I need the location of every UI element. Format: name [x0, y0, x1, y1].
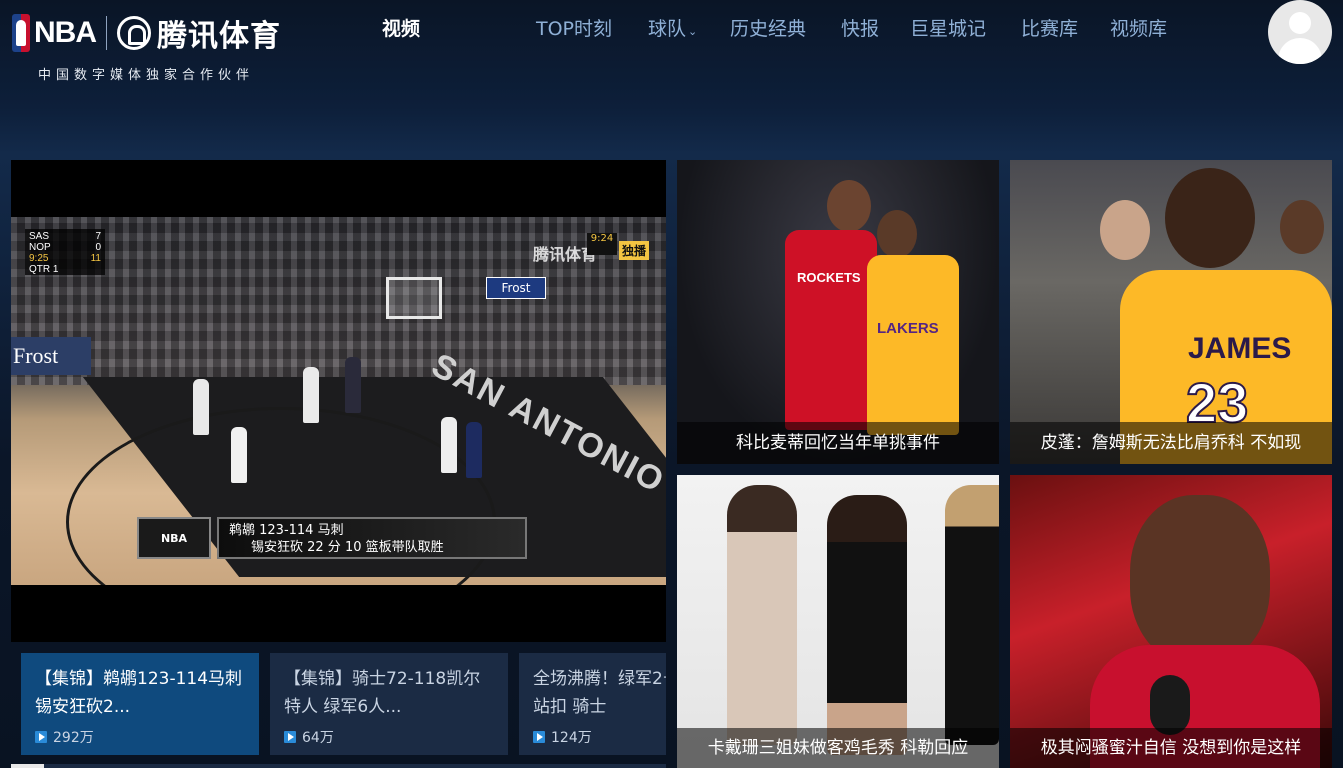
video-card-views: 64万: [284, 727, 334, 747]
tencent-sports-logo: 腾讯体育: [117, 11, 281, 55]
player-figure: [231, 427, 247, 483]
thumbnail-figure-head: [1130, 495, 1270, 665]
avatar-head-icon: [1289, 12, 1311, 34]
lower-third-logo: NBA: [137, 517, 211, 559]
thumbnail-figure: [827, 495, 907, 755]
thumbnail-figure-head: [827, 180, 871, 232]
thumbnail-figure-head: [1100, 200, 1150, 260]
play-count-icon: [533, 731, 545, 743]
nba-logo-icon: [12, 14, 30, 52]
video-tile-caption: 卡戴珊三姐妹做客鸡毛秀 科勒回应: [677, 728, 999, 768]
video-card-title: 全场沸腾！绿军2号锋上演站扣 骑士: [533, 669, 666, 717]
carousel-progress-track[interactable]: [11, 764, 666, 768]
lower-third-text: 鹈鹕 123-114 马刺 锡安狂砍 22 分 10 篮板带队取胜: [217, 517, 527, 559]
thumbnail-figure: [727, 485, 797, 745]
nav-item-game-library[interactable]: 比赛库: [1021, 14, 1078, 41]
nba-logo-text: NBA: [34, 16, 97, 49]
video-frame[interactable]: SAN ANTONIO SPURS Frost Frost SAS7 NOP0 …: [11, 217, 666, 585]
nav-item-star-city-notes[interactable]: 巨星城记: [910, 14, 986, 41]
nav-item-teams[interactable]: 球队 ⌄: [648, 14, 697, 41]
scorebug-score1: 7: [95, 231, 101, 242]
thumbnail-jersey-text: ROCKETS: [797, 270, 861, 285]
tencent-logo-text: 腾讯体育: [157, 19, 281, 54]
scorebug-team2: NOP: [29, 242, 51, 253]
video-card-view-count: 124万: [551, 730, 592, 746]
thumbnail-figure-head: [1280, 200, 1324, 254]
nba-logo: NBA: [12, 14, 97, 52]
play-count-icon: [35, 731, 47, 743]
thumbnail-jersey-red: [785, 230, 877, 430]
nav-item-teams-label: 球队: [648, 18, 687, 40]
scorebug-shot-clock: 11: [90, 253, 101, 264]
video-card-title: 【集锦】鹈鹕123-114马刺 锡安狂砍2...: [35, 669, 243, 717]
tencent-logo-icon: [117, 16, 151, 50]
basket-backboard: [386, 277, 442, 319]
thumbnail-jersey-gold: [867, 255, 959, 435]
brand-logo[interactable]: NBA 腾讯体育 中国数字媒体独家合作伙伴: [12, 12, 302, 86]
sponsor-sign: Frost: [486, 277, 546, 299]
play-count-icon: [284, 731, 296, 743]
exclusive-badge: 独播: [619, 241, 650, 260]
lower-third-line2: 锡安狂砍 22 分 10 篮板带队取胜: [251, 540, 444, 555]
carousel-progress-fill: [11, 764, 44, 768]
video-tile[interactable]: ROCKETS LAKERS 科比麦蒂回忆当年单挑事件: [677, 160, 999, 464]
video-card-view-count: 64万: [302, 730, 334, 746]
video-tile[interactable]: 极其闷骚蜜汁自信 没想到你是这样: [1010, 475, 1332, 768]
video-card-views: 124万: [533, 727, 592, 747]
avatar-body-icon: [1278, 38, 1322, 64]
video-card[interactable]: 【集锦】骑士72-118凯尔特人 绿军6人... 64万: [270, 653, 508, 755]
nav-item-history-classics[interactable]: 历史经典: [730, 14, 806, 41]
thumbnail-figure-head: [1165, 168, 1255, 268]
lower-third-line1: 鹈鹕 123-114 马刺: [229, 523, 344, 538]
brand-tagline: 中国数字媒体独家合作伙伴: [38, 68, 255, 83]
nav-item-video[interactable]: 视频: [382, 14, 420, 41]
video-tile[interactable]: 卡戴珊三姐妹做客鸡毛秀 科勒回应: [677, 475, 999, 768]
video-tile[interactable]: JAMES 23 皮蓬：詹姆斯无法比肩乔科 不如现: [1010, 160, 1332, 464]
scorebug: SAS 7 NOP 0 9:25 11 QTR 1: [25, 229, 105, 275]
player-figure: [193, 379, 209, 435]
video-card[interactable]: 【集锦】鹈鹕123-114马刺 锡安狂砍2... 292万: [21, 653, 259, 755]
scorebug-clock: 9:25: [29, 253, 49, 264]
thumbnail-jersey-text: LAKERS: [877, 320, 939, 337]
sponsor-banner-text: Frost: [13, 343, 59, 368]
thumbnail-figure-head: [877, 210, 917, 258]
chevron-down-icon: ⌄: [688, 25, 698, 38]
thumbnail-jersey-name: JAMES: [1188, 332, 1292, 365]
thumbnail-figure: [945, 485, 999, 745]
nav-item-news-flash[interactable]: 快报: [841, 14, 879, 41]
logo-divider: [106, 16, 107, 50]
video-card-title: 【集锦】骑士72-118凯尔特人 绿军6人...: [284, 669, 481, 717]
scorebug-team1: SAS: [29, 231, 50, 242]
user-avatar[interactable]: [1268, 0, 1332, 64]
lower-third: NBA 鹈鹕 123-114 马刺 锡安狂砍 22 分 10 篮板带队取胜: [137, 517, 527, 559]
video-tile-caption: 科比麦蒂回忆当年单挑事件: [677, 422, 999, 464]
microphone-icon: [1150, 675, 1190, 735]
player-figure: [345, 357, 361, 413]
video-tile-caption: 极其闷骚蜜汁自信 没想到你是这样: [1010, 728, 1332, 768]
scorebug-period: QTR 1: [29, 264, 59, 275]
player-figure: [303, 367, 319, 423]
video-player[interactable]: SAN ANTONIO SPURS Frost Frost SAS7 NOP0 …: [11, 160, 666, 642]
nav-item-video-library[interactable]: 视频库: [1110, 14, 1167, 41]
video-card-view-count: 292万: [53, 730, 94, 746]
video-tile-caption: 皮蓬：詹姆斯无法比肩乔科 不如现: [1010, 422, 1332, 464]
nav-item-top-moments[interactable]: TOP时刻: [536, 14, 612, 41]
player-figure: [441, 417, 457, 473]
video-card[interactable]: 全场沸腾！绿军2号锋上演站扣 骑士 124万: [519, 653, 666, 755]
video-card-views: 292万: [35, 727, 94, 747]
scorebug-score2: 0: [95, 242, 101, 253]
broadcast-clock: 9:24: [587, 233, 617, 255]
player-figure: [466, 422, 482, 478]
